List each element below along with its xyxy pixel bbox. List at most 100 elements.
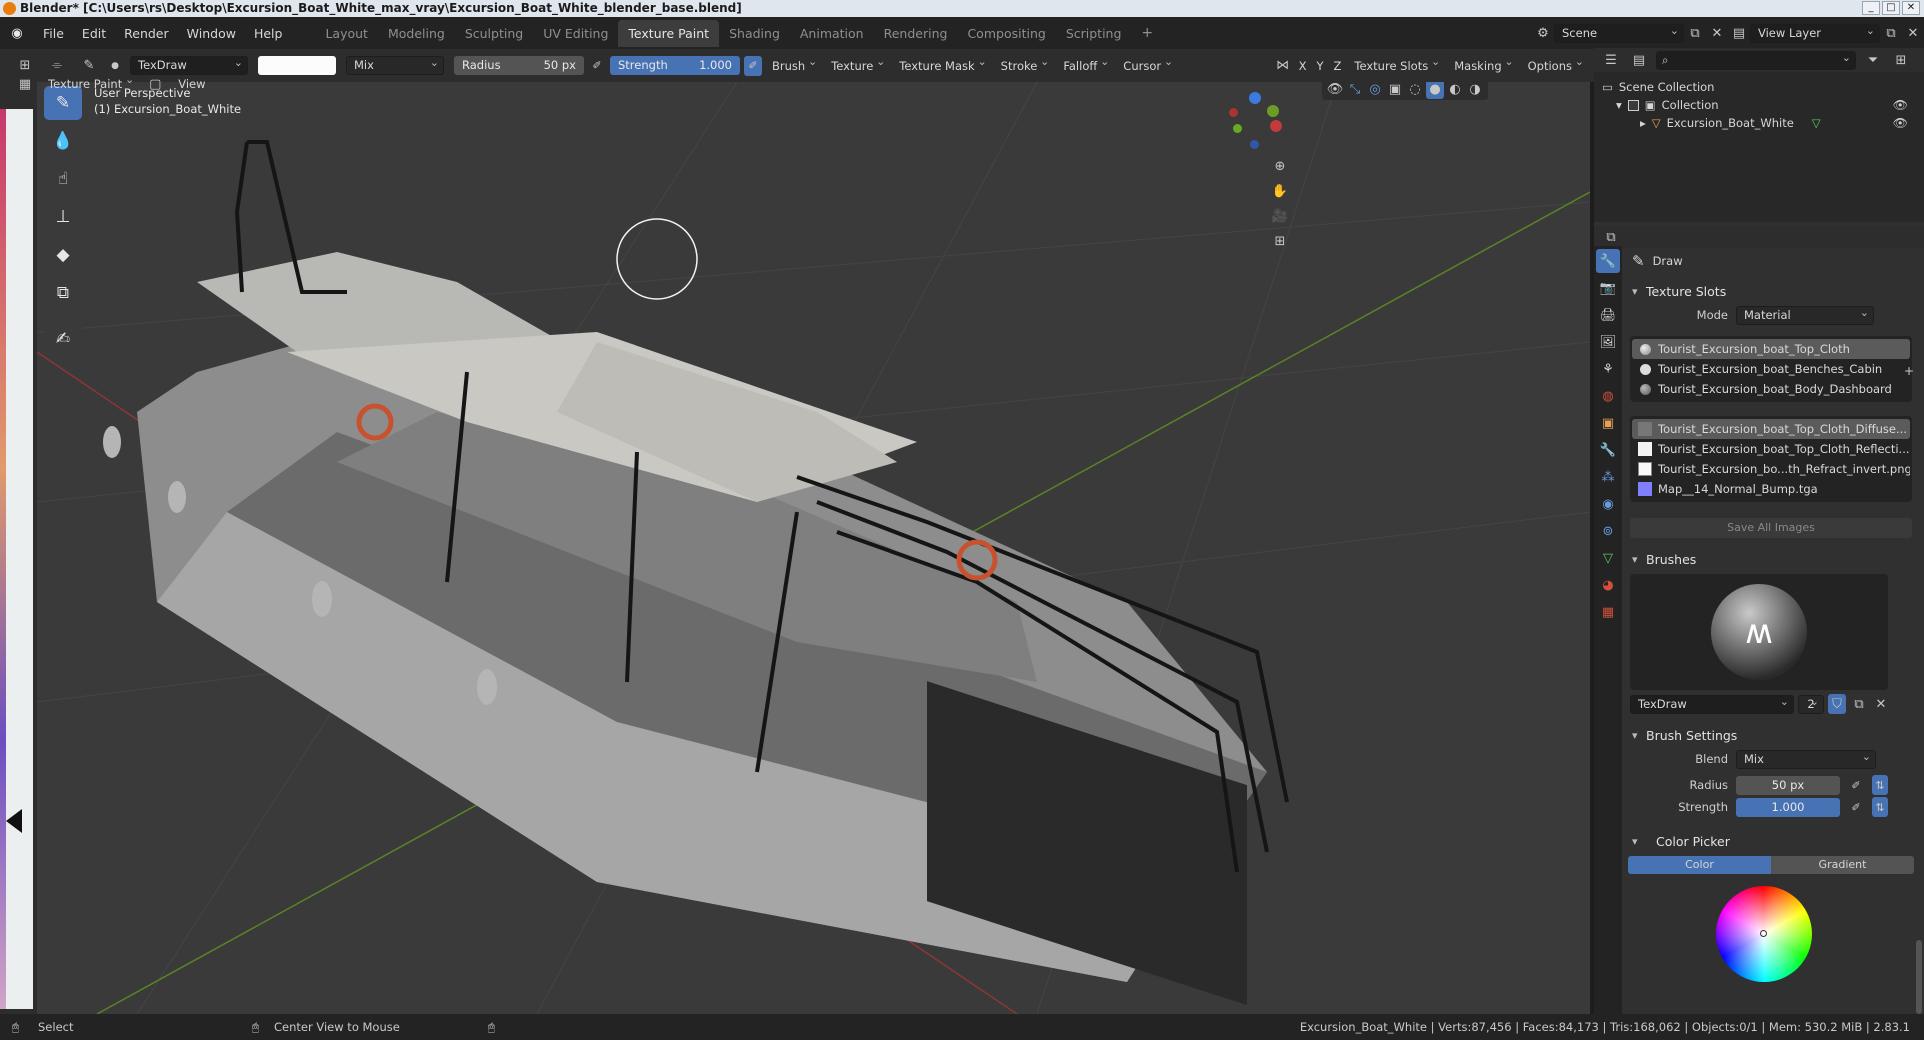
brush-users-count[interactable]: 2	[1798, 693, 1824, 714]
material-slot-item[interactable]: Tourist_Excursion_boat_Body_Dashboard	[1632, 379, 1910, 399]
scene-collection-row[interactable]: ▭ Scene Collection	[1602, 78, 1924, 96]
menu-render[interactable]: Render	[115, 26, 178, 41]
display-mode-icon[interactable]: ▤	[1628, 50, 1650, 70]
tab-sculpting[interactable]: Sculpting	[455, 20, 533, 47]
collection-checkbox[interactable]	[1627, 99, 1639, 111]
maximize-button[interactable]: □	[1882, 1, 1900, 15]
mask-toggle-icon[interactable]: ▢	[144, 74, 166, 94]
tab-modifier-icon[interactable]: 🔧	[1596, 438, 1620, 462]
collection-eye-icon[interactable]: 👁	[1893, 98, 1908, 112]
tab-render-icon[interactable]: 📷	[1596, 276, 1620, 300]
clone-tool-icon[interactable]: ⊥	[44, 200, 82, 234]
perspective-toggle-icon[interactable]: ⊞	[1269, 231, 1291, 251]
material-slot-item[interactable]: Tourist_Excursion_boat_Benches_Cabin	[1632, 359, 1910, 379]
settings-strength-slider[interactable]: 1.000	[1736, 797, 1840, 817]
color-wheel-cursor[interactable]	[1760, 930, 1767, 937]
tab-rendering[interactable]: Rendering	[874, 20, 958, 47]
filter-icon[interactable]: ⏷	[1862, 50, 1884, 70]
delete-view-layer-icon[interactable]: ✕	[1902, 23, 1924, 43]
smear-tool-icon[interactable]: ☝	[44, 162, 82, 196]
settings-radius-slider[interactable]: 50 px	[1736, 775, 1840, 795]
slot-mode-dropdown[interactable]: Material	[1736, 304, 1874, 325]
radius-unified-icon[interactable]: ⇅	[1872, 775, 1888, 795]
soften-tool-icon[interactable]: 💧	[44, 124, 82, 158]
tab-particles-icon[interactable]: ⁂	[1596, 465, 1620, 489]
gizmo-neg-y-icon[interactable]	[1233, 124, 1242, 133]
menu-view[interactable]: View	[172, 77, 211, 91]
outliner-search[interactable]: ⌕	[1656, 49, 1856, 70]
strength-unified-icon[interactable]: ⇅	[1872, 797, 1888, 817]
menu-edit[interactable]: Edit	[73, 26, 115, 41]
navigation-gizmo[interactable]	[1220, 90, 1290, 160]
image-slot-item[interactable]: Tourist_Excursion_boat_Top_Cloth_Diffuse…	[1632, 419, 1910, 439]
tab-tool-icon[interactable]: 🔧	[1596, 249, 1620, 273]
minimize-button[interactable]: _	[1862, 1, 1880, 15]
tab-layout[interactable]: Layout	[315, 20, 378, 47]
tab-gradient[interactable]: Gradient	[1771, 856, 1914, 874]
menu-file[interactable]: File	[34, 26, 73, 41]
scene-selector[interactable]: Scene	[1554, 22, 1684, 43]
strength-pen-icon[interactable]: ✐	[1848, 797, 1864, 817]
object-expand-icon[interactable]: ▸	[1640, 116, 1646, 130]
tab-scripting[interactable]: Scripting	[1056, 20, 1132, 47]
add-workspace-button[interactable]: +	[1131, 19, 1163, 47]
tab-material-icon[interactable]: ◕	[1596, 573, 1620, 597]
mode-dropdown[interactable]: Texture Paint	[42, 73, 138, 91]
collection-row[interactable]: ▾ ▣ Collection 👁	[1602, 96, 1924, 114]
close-button[interactable]: ✕	[1902, 1, 1920, 15]
expand-arrow-icon[interactable]: ▾	[1616, 98, 1622, 112]
color-wheel[interactable]	[1716, 886, 1812, 982]
object-eye-icon[interactable]: 👁	[1893, 116, 1908, 130]
tab-constraints-icon[interactable]: ⊚	[1596, 519, 1620, 543]
new-view-layer-icon[interactable]: ⧉	[1880, 23, 1902, 43]
texture-paint-mode-icon[interactable]: ▦	[14, 74, 36, 94]
tab-view-layer-icon[interactable]: 🖼	[1596, 330, 1620, 354]
camera-view-icon[interactable]: 🎥	[1269, 206, 1291, 226]
radius-pen-icon[interactable]: ✐	[1848, 775, 1864, 795]
gizmo-x-icon[interactable]	[1270, 120, 1282, 132]
texture-slots-panel-header[interactable]: Texture Slots	[1626, 280, 1916, 304]
brush-settings-panel-header[interactable]: Brush Settings	[1626, 724, 1916, 748]
unlink-brush-icon[interactable]: ✕	[1872, 694, 1890, 714]
new-scene-icon[interactable]: ⧉	[1684, 23, 1706, 43]
tab-object-icon[interactable]: ▣	[1596, 411, 1620, 435]
tab-animation[interactable]: Animation	[790, 20, 874, 47]
tab-texture-paint[interactable]: Texture Paint	[618, 19, 720, 47]
tab-compositing[interactable]: Compositing	[957, 20, 1055, 47]
image-slot-item[interactable]: Tourist_Excursion_bo...th_Refract_invert…	[1632, 459, 1910, 479]
fill-tool-icon[interactable]: ◆	[44, 238, 82, 272]
new-collection-icon[interactable]: ⊞	[1890, 50, 1912, 70]
pan-hand-icon[interactable]: ✋	[1269, 181, 1291, 201]
fake-user-icon[interactable]: ⛉	[1828, 694, 1846, 714]
tab-texture-icon[interactable]: ▦	[1596, 600, 1620, 624]
scene-icon[interactable]: ⚙	[1532, 23, 1554, 43]
zoom-icon[interactable]: ⊕	[1269, 156, 1291, 176]
delete-scene-icon[interactable]: ✕	[1706, 23, 1728, 43]
menu-help[interactable]: Help	[245, 26, 292, 41]
brush-preview-panel[interactable]: ʍ	[1630, 574, 1888, 690]
save-all-images-button[interactable]: Save All Images	[1630, 518, 1912, 538]
material-slot-item[interactable]: Tourist_Excursion_boat_Top_Cloth	[1632, 339, 1910, 359]
gizmo-neg-x-icon[interactable]	[1229, 108, 1238, 117]
properties-editor-icon[interactable]: ⧉	[1600, 227, 1622, 247]
outliner-editor-icon[interactable]: ☰	[1600, 50, 1622, 70]
blend-dropdown[interactable]: Mix	[1736, 748, 1876, 769]
brushes-panel-header[interactable]: Brushes	[1626, 548, 1916, 572]
menu-window[interactable]: Window	[178, 26, 245, 41]
annotate-tool-icon[interactable]: ✍	[44, 322, 82, 356]
tab-physics-icon[interactable]: ◉	[1596, 492, 1620, 516]
tab-data-icon[interactable]: ▽	[1596, 546, 1620, 570]
3d-viewport[interactable]: User Perspective (1) Excursion_Boat_Whit…	[37, 82, 1590, 1014]
image-slot-item[interactable]: Tourist_Excursion_boat_Top_Cloth_Reflect…	[1632, 439, 1910, 459]
tab-scene-icon[interactable]: ⚘	[1596, 357, 1620, 381]
tab-modeling[interactable]: Modeling	[378, 20, 455, 47]
gizmo-neg-z-icon[interactable]	[1250, 140, 1259, 149]
brush-datablock-field[interactable]: TexDraw	[1630, 693, 1794, 714]
mask-tool-icon[interactable]: ⧉	[44, 276, 82, 310]
tab-shading[interactable]: Shading	[719, 20, 790, 47]
gizmo-y-icon[interactable]	[1267, 105, 1279, 117]
view-layer-selector[interactable]: View Layer	[1750, 22, 1880, 43]
tab-world-icon[interactable]: ◍	[1596, 384, 1620, 408]
tab-output-icon[interactable]: 🖨	[1596, 303, 1620, 327]
tab-color[interactable]: Color	[1628, 856, 1771, 874]
